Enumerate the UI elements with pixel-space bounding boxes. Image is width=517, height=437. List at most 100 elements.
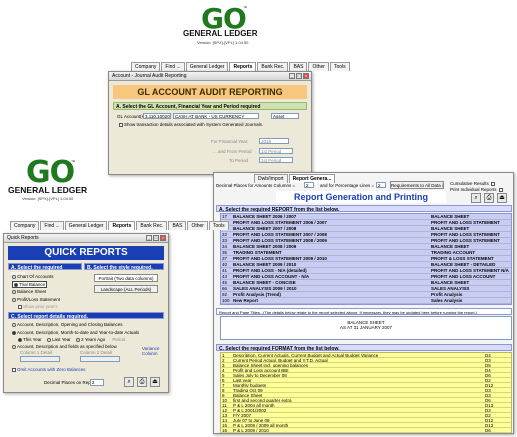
report-row-name: BALANCE SHEET 2007 / 2008 [233,226,297,231]
last-year-radio[interactable] [47,337,52,342]
logo-top: GO ™ GENERAL LEDGER Version: [SPX]-[VPL]… [183,2,263,52]
balance-radio[interactable] [12,289,16,294]
format-row-code: D2 [485,378,491,383]
audit-account-name[interactable]: CASH AT BANK - US CURRENCY [173,113,259,119]
quick-opt1[interactable]: Account, Description, Opening and Closin… [12,322,123,327]
close-icon[interactable]: × [303,73,309,79]
audit-window: Account - Journal Audit Reporting _ □ × … [108,71,312,175]
cumulative-checkbox[interactable] [490,181,495,186]
logo-mid-name: GENERAL LEDGER [8,185,88,195]
search-icon[interactable]: ⌕ [471,193,481,203]
audit-account-type[interactable]: Asset [271,113,299,119]
quick-tab-company[interactable]: Company [10,221,40,230]
trial-radio[interactable] [14,282,18,287]
show-journals-checkbox[interactable] [119,122,123,127]
tab-other[interactable]: Other [308,62,329,71]
cumulative-option[interactable]: Cumulative Results [450,181,496,186]
tab-bank-rec[interactable]: Bank Rec. [257,62,289,71]
chart-radio[interactable] [12,274,16,279]
report-row-name: PROFIT AND LOSS STATEMENT 2008 / 2009 [233,238,327,243]
format-row-code: D12 [485,383,494,388]
audit-account-code[interactable]: 3.110.10020 [143,113,171,119]
report-row[interactable]: 100 New Report Sales Analysis [221,298,511,304]
quick-tab-tools[interactable]: Tools [208,221,229,230]
tab-tools[interactable]: Tools [329,62,350,71]
quick-include-prior[interactable]: Show prior year's [18,304,58,309]
logo-mid: GO ™ GENERAL LEDGER Version: [SPX]-[VPL]… [6,155,96,210]
omit-checkbox[interactable] [12,367,16,372]
tab-find[interactable]: Find ... [161,62,185,71]
quick-report-balance[interactable]: Balance Sheet [12,289,46,294]
report-row-no: 35 [222,250,228,255]
opt1-radio[interactable] [12,322,16,327]
two-years-radio[interactable] [76,337,81,342]
quick-decimal-input[interactable]: 2 [90,379,104,386]
maximize-icon[interactable]: □ [153,235,159,241]
format-row[interactable]: 16 P & L 2009 / 2010 D6 [221,428,511,433]
requirements-button[interactable]: Requirements to All Data in Selected Rep… [390,181,444,189]
quick-tab-bank-rec[interactable]: Bank Rec. [136,221,168,230]
quick-report-trial[interactable]: Trial Balance [12,281,48,288]
quick-opt3[interactable]: Account, Description and fields as speci… [12,344,117,349]
format-row-name: Profit and Loss account BBI [233,368,289,373]
col1-select[interactable] [20,356,60,362]
print-icon[interactable]: ⎙ [484,193,494,203]
format-row-name: Trading Oct 09 [233,388,263,393]
audit-from-select[interactable]: 1st Period [259,148,293,154]
tab-bas[interactable]: BAS [289,62,308,71]
quick-section-b: B. Select the style required. [84,263,164,271]
report-row-name: PROFIT AND LOSS STATEMENT 2007 / 2008 [233,232,327,237]
audit-to-select[interactable]: 1st Period [259,157,293,163]
report-row-no: 43 [222,274,228,279]
minimize-icon[interactable]: _ [146,235,152,241]
tab-company[interactable]: Company [131,62,161,71]
audit-fin-year-select[interactable]: 2018 [259,138,289,144]
audit-show-option[interactable]: Show transaction details associated with… [119,122,263,127]
close-icon[interactable]: × [160,235,166,241]
format-row-name: F/Y 2007 [233,413,252,418]
col2-select[interactable] [80,356,120,362]
style-portrait-button[interactable]: Portrait (Two data columns) [94,274,158,282]
quick-report-pl[interactable]: Profit/Loss Statement [12,297,60,302]
report-row-category: Sales Analysis [431,298,463,303]
report-title-box[interactable]: BALANCE SHEET AS AT 31 JANUARY 2007 [220,316,512,340]
style-landscape-button[interactable]: Landscape (ALL Periods) [94,285,158,293]
quick-opt2[interactable]: Account, Description, Month-to-date and … [12,330,139,335]
tab-dwb-import[interactable]: Dwb/Import [254,174,288,183]
quick-tab-general-ledger[interactable]: General Ledger [64,221,108,230]
quick-omit[interactable]: Omit Accounts with Zero Balances [12,367,86,372]
print-individual-option[interactable]: Print Individual Reports [450,187,504,192]
pl-radio[interactable] [12,297,16,302]
tab-reports[interactable]: Reports [229,62,257,71]
include-prior-checkbox[interactable] [18,304,22,309]
quick-exit-icon[interactable]: ⏏ [150,377,160,387]
opt3-radio[interactable] [12,344,16,349]
quick-window-buttons: _ □ × [146,235,166,241]
this-year-radio[interactable] [18,337,22,342]
maximize-icon[interactable]: □ [296,73,302,79]
quick-report-chart[interactable]: Chart Of Accounts [12,274,54,279]
print-individual-checkbox[interactable] [498,187,503,192]
opt2-radio[interactable] [12,330,16,335]
quick-search-icon[interactable]: ⌕ [124,377,134,387]
quick-tab-bas[interactable]: BAS [168,221,187,230]
quick-tab-find[interactable]: Find ... [40,221,64,230]
quick-tab-other[interactable]: Other [187,221,208,230]
decimal-amounts-input[interactable]: 2 [304,182,314,188]
report-row-category: PROFIT AND LOSS ACCOUNT [431,274,496,279]
opt3-label: Account, Description and fields as speci… [17,344,117,349]
quick-window: Quick Reports _ □ × QUICK REPORTS A. Sel… [3,233,169,393]
top-tab-bar: Company Find ... General Ledger Reports … [131,62,350,71]
exit-icon[interactable]: ⏏ [497,193,507,203]
report-row-no: 92 [222,292,228,297]
decimal-pct-input[interactable]: 2 [376,182,386,188]
format-row-no: 8 [222,388,225,393]
report-row-name: BALANCE SHEET 2006 / 2007 [233,214,297,219]
quick-print-icon[interactable]: ⎙ [137,377,147,387]
format-row-code: D6 [485,373,491,378]
quick-tab-reports[interactable]: Reports [108,221,136,230]
report-row-name: PROFIT AND LOSS ACCOUNT - N/A [233,274,310,279]
minimize-icon[interactable]: _ [289,73,295,79]
tab-general-ledger[interactable]: General Ledger [185,62,229,71]
format-row-no: 9 [222,393,225,398]
